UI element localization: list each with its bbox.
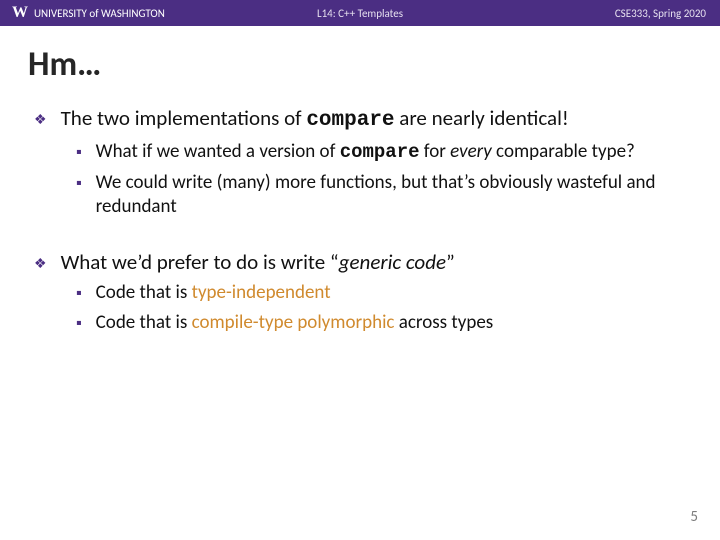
text-span: ” xyxy=(446,249,455,275)
text-span: are nearly identical! xyxy=(395,105,569,131)
slide-header: W UNIVERSITY of WASHINGTON L14: C++ Temp… xyxy=(0,0,720,26)
text-span: for xyxy=(420,140,451,163)
sub-bullet-item: ▪ Code that is compile-type polymorphic … xyxy=(76,311,692,335)
bullet-text: What if we wanted a version of compare f… xyxy=(96,140,635,165)
diamond-bullet-icon: ❖ xyxy=(34,111,47,129)
code-span: compare xyxy=(340,141,420,163)
square-bullet-icon: ▪ xyxy=(76,314,82,334)
university-name: UNIVERSITY of WASHINGTON xyxy=(34,7,165,20)
slide-content: Hm… ❖ The two implementations of compare… xyxy=(0,26,720,334)
bullet-text: We could write (many) more functions, bu… xyxy=(96,171,692,219)
bullet-text: What we’d prefer to do is write “generic… xyxy=(61,249,455,275)
text-span: comparable type? xyxy=(492,140,635,163)
bullet-text: Code that is type-independent xyxy=(96,281,331,305)
slide-title: Hm… xyxy=(28,44,692,85)
lecture-title: L14: C++ Templates xyxy=(317,7,403,20)
sub-bullet-item: ▪ What if we wanted a version of compare… xyxy=(76,140,692,165)
square-bullet-icon: ▪ xyxy=(76,284,82,304)
emphasis-span: every xyxy=(450,140,492,163)
text-span: across types xyxy=(394,311,493,334)
page-number: 5 xyxy=(690,508,698,526)
square-bullet-icon: ▪ xyxy=(76,174,82,194)
bullet-item: ❖ What we’d prefer to do is write “gener… xyxy=(34,249,692,275)
text-span: What we’d prefer to do is write “ xyxy=(61,249,339,275)
accent-span: compile-type polymorphic xyxy=(192,311,395,334)
sub-bullet-item: ▪ We could write (many) more functions, … xyxy=(76,171,692,219)
bullet-text: Code that is compile-type polymorphic ac… xyxy=(96,311,494,335)
logo-block: W UNIVERSITY of WASHINGTON xyxy=(0,4,165,22)
square-bullet-icon: ▪ xyxy=(76,143,82,163)
diamond-bullet-icon: ❖ xyxy=(34,255,47,273)
accent-span: type-independent xyxy=(192,281,331,304)
text-span: The two implementations of xyxy=(61,105,307,131)
course-term: CSE333, Spring 2020 xyxy=(615,7,706,20)
uw-w-logo-icon: W xyxy=(12,4,28,22)
emphasis-span: generic code xyxy=(339,249,446,275)
text-span: Code that is xyxy=(96,281,192,304)
text-span: What if we wanted a version of xyxy=(96,140,340,163)
bullet-item: ❖ The two implementations of compare are… xyxy=(34,105,692,134)
bullet-text: The two implementations of compare are n… xyxy=(61,105,569,134)
text-span: Code that is xyxy=(96,311,192,334)
code-span: compare xyxy=(306,109,394,132)
sub-bullet-item: ▪ Code that is type-independent xyxy=(76,281,692,305)
